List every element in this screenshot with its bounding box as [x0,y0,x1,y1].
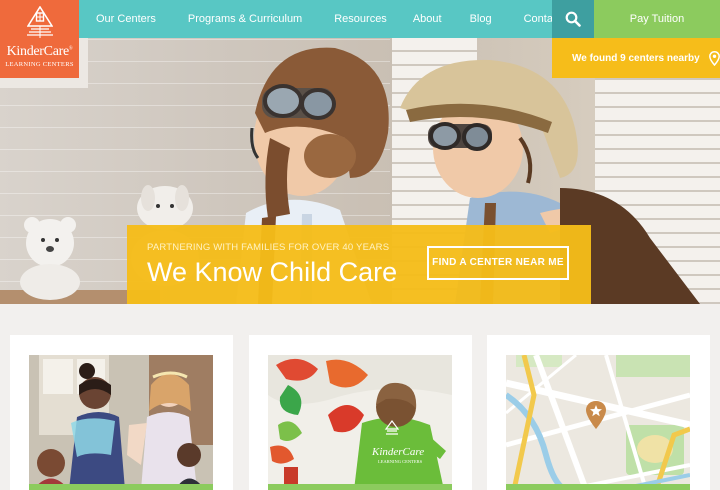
nav-about[interactable]: About [413,0,442,38]
find-center-button[interactable]: FIND A CENTER NEAR ME [427,246,569,280]
top-nav-bar: Our Centers Programs & Curriculum Resour… [0,0,720,38]
nav-resources[interactable]: Resources [334,0,387,38]
card-accent-bar [268,484,452,490]
map-pin-icon [708,50,720,66]
kindercare-homepage: Our Centers Programs & Curriculum Resour… [0,0,720,490]
search-icon [565,11,581,27]
nav-our-centers[interactable]: Our Centers [96,0,156,38]
teddy-bear-toy [20,217,80,300]
feature-card-map[interactable] [487,335,710,490]
feature-card-dressup[interactable] [10,335,233,490]
nearby-centers-text: We found 9 centers nearby [572,52,700,64]
smock-logo-subtext: LEARNING CENTERS [378,459,423,464]
nav-blog[interactable]: Blog [470,0,492,38]
pay-tuition-button[interactable]: Pay Tuition [594,0,720,38]
kindercare-logo[interactable]: KinderCare® LEARNING CENTERS [0,0,79,78]
search-button[interactable] [552,0,594,38]
nearby-centers-bar[interactable]: We found 9 centers nearby [552,38,720,78]
card-accent-bar [29,484,213,490]
card-accent-bar [506,484,690,490]
hero-tagline-box: PARTNERING WITH FAMILIES FOR OVER 40 YEA… [127,225,591,304]
card-map-illustration [506,355,690,490]
feature-card-painting[interactable]: KinderCare LEARNING CENTERS [249,335,472,490]
logo-subtext: LEARNING CENTERS [5,61,74,68]
hero-headline: We Know Child Care [147,257,398,287]
nav-programs-curriculum[interactable]: Programs & Curriculum [188,0,302,38]
smock-logo-text: KinderCare [371,446,424,458]
card-photo-child-painting: KinderCare LEARNING CENTERS [268,355,452,490]
card-photo-kids-dressup [29,355,213,490]
main-nav: Our Centers Programs & Curriculum Resour… [79,0,578,38]
logo-brand-text: KinderCare® [6,44,73,59]
hero-tagline-small: PARTNERING WITH FAMILIES FOR OVER 40 YEA… [147,242,390,253]
schoolhouse-logo-icon [27,6,53,38]
